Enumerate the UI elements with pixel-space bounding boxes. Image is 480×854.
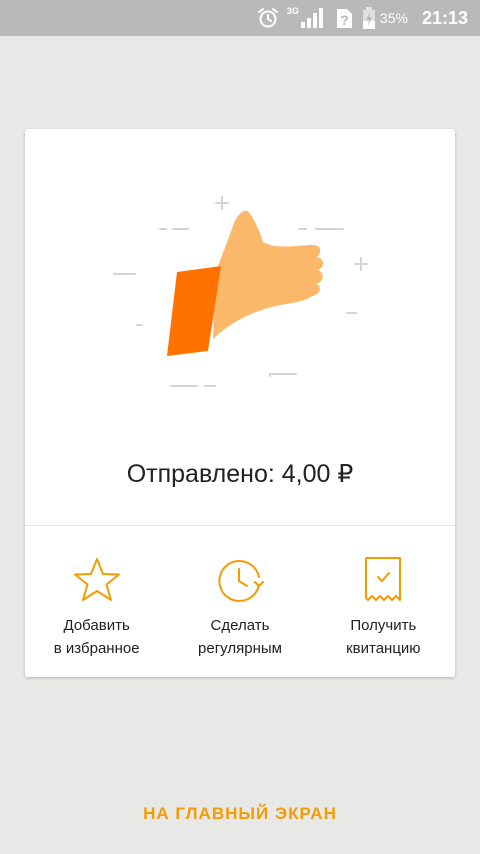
make-regular-label: Сделать регулярным <box>198 617 282 657</box>
status-bar: 3G ? 35% 21:13 <box>0 0 480 36</box>
make-regular-button[interactable]: Сделать регулярным <box>168 526 311 677</box>
sent-amount: Отправлено: 4,00 ₽ <box>126 460 354 488</box>
battery-icon: 35% <box>362 6 408 30</box>
receipt-icon <box>357 554 409 606</box>
clock-refresh-icon <box>214 554 266 606</box>
actions-row: Добавить в избранное Сделать регулярным … <box>25 526 455 677</box>
svg-text:?: ? <box>340 12 349 28</box>
signal-icon: 3G <box>286 6 326 29</box>
star-icon <box>71 554 123 606</box>
home-screen-button[interactable]: НА ГЛАВНЫЙ ЭКРАН <box>0 796 480 832</box>
battery-percent: 35% <box>379 10 408 26</box>
add-to-favorites-button[interactable]: Добавить в избранное <box>25 526 168 677</box>
thumbs-up-icon <box>113 196 368 387</box>
no-sim-icon: ? <box>334 6 354 30</box>
clock: 21:13 <box>421 7 468 28</box>
add-to-favorites-label: Добавить в избранное <box>53 617 140 657</box>
get-receipt-button[interactable]: Получить квитанцию <box>312 526 455 677</box>
network-type: 3G <box>286 6 299 16</box>
result-card: Отправлено: 4,00 ₽ Добавить в избранное … <box>25 129 455 677</box>
get-receipt-label: Получить квитанцию <box>346 617 421 657</box>
alarm-icon <box>257 7 279 29</box>
